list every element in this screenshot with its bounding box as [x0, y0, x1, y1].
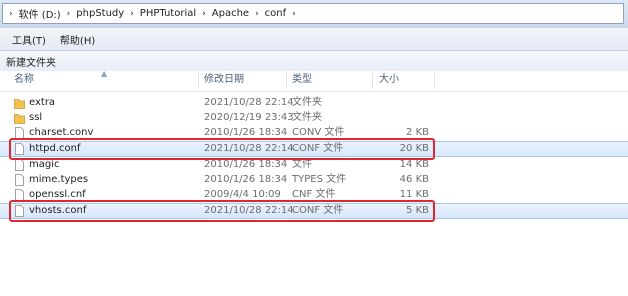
column-divider[interactable]	[286, 73, 287, 89]
breadcrumb-apache[interactable]: Apache	[212, 8, 249, 19]
breadcrumb-drive[interactable]: 软件 (D:)	[19, 6, 61, 21]
chevron-right-icon[interactable]: ›	[130, 9, 134, 19]
new-folder-button[interactable]: 新建文件夹	[2, 53, 60, 70]
file-date: 2020/12/19 23:43	[204, 112, 294, 123]
column-name[interactable]: 名称	[14, 71, 34, 91]
menu-tools[interactable]: 工具(T)	[12, 32, 46, 47]
column-divider[interactable]	[198, 73, 199, 89]
file-type: 文件夹	[292, 97, 322, 108]
highlight-box-httpd	[9, 138, 435, 160]
folder-icon	[14, 99, 25, 109]
file-name: extra	[29, 97, 56, 108]
breadcrumb-phptutorial[interactable]: PHPTutorial	[140, 8, 196, 19]
file-date: 2010/1/26 18:34	[204, 174, 288, 185]
column-header: ▲ 名称 修改日期 类型 大小	[0, 69, 628, 92]
file-size: 46 KB	[399, 174, 429, 185]
file-date: 2021/10/28 22:14	[204, 97, 294, 108]
file-icon	[15, 159, 24, 171]
breadcrumb-phpstudy[interactable]: phpStudy	[76, 8, 124, 19]
highlight-box-vhosts	[9, 200, 435, 222]
file-name: ssl	[29, 112, 43, 123]
column-divider[interactable]	[434, 73, 435, 89]
sort-up-icon: ▲	[101, 69, 108, 78]
file-name: mime.types	[29, 174, 89, 185]
file-type: TYPES 文件	[292, 174, 347, 185]
chevron-right-icon[interactable]: ›	[292, 9, 296, 19]
column-type[interactable]: 类型	[292, 71, 312, 91]
breadcrumb-conf[interactable]: conf	[265, 8, 286, 19]
address-bar: › 软件 (D:) › phpStudy › PHPTutorial › Apa…	[0, 0, 628, 28]
file-row-ssl[interactable]: ssl 2020/12/19 23:43 文件夹	[0, 110, 628, 126]
column-date[interactable]: 修改日期	[204, 71, 244, 91]
column-size[interactable]: 大小	[379, 71, 399, 91]
menu-bar: 工具(T) 帮助(H)	[0, 28, 628, 51]
chevron-right-icon[interactable]: ›	[202, 9, 206, 19]
breadcrumb[interactable]: › 软件 (D:) › phpStudy › PHPTutorial › Apa…	[2, 3, 624, 24]
chevron-right-icon[interactable]: ›	[255, 9, 259, 19]
folder-icon	[14, 114, 25, 124]
chevron-right-icon[interactable]: ›	[67, 9, 71, 19]
file-icon	[15, 174, 24, 186]
column-divider[interactable]	[372, 73, 373, 89]
chevron-right-icon[interactable]: ›	[9, 9, 13, 19]
file-type: 文件夹	[292, 112, 322, 123]
file-row-extra[interactable]: extra 2021/10/28 22:14 文件夹	[0, 95, 628, 111]
toolbar: 新建文件夹	[0, 51, 628, 72]
menu-help[interactable]: 帮助(H)	[60, 32, 95, 47]
file-row-mime-types[interactable]: mime.types 2010/1/26 18:34 TYPES 文件 46 K…	[0, 172, 628, 188]
